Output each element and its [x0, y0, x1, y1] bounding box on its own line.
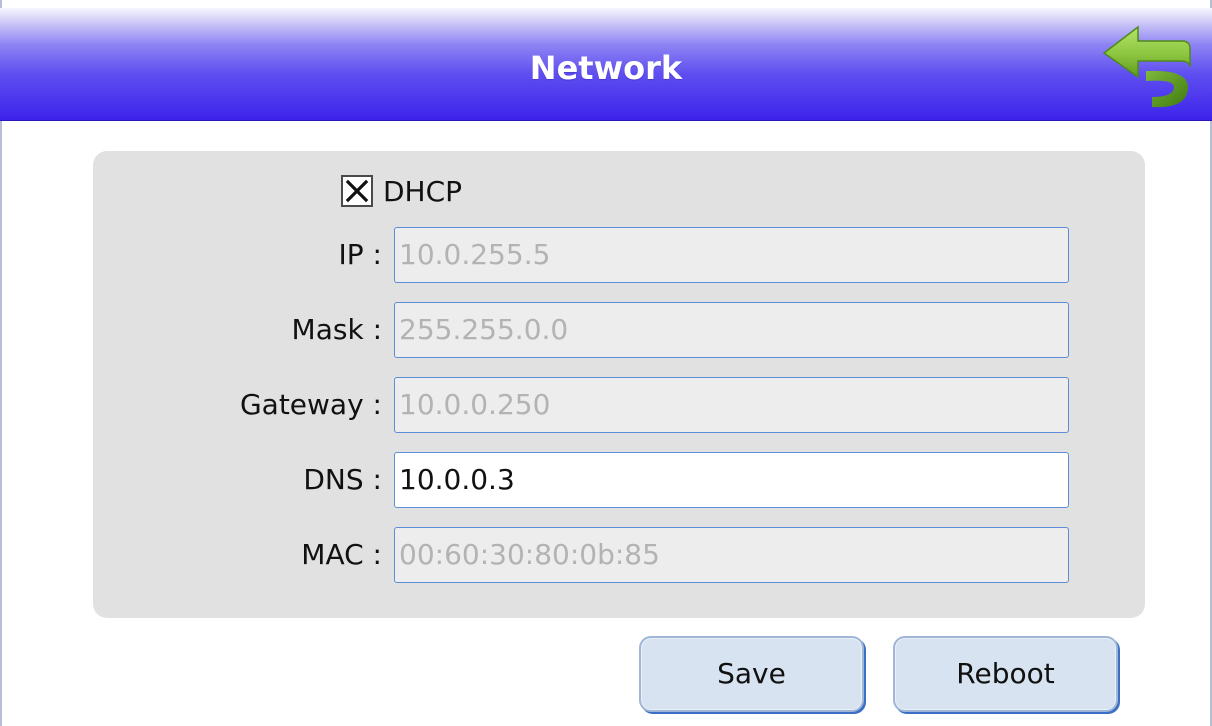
- window-title: Network: [529, 49, 683, 87]
- mac-field[interactable]: 00:60:30:80:0b:85: [394, 527, 1069, 583]
- title-bar: Network: [0, 8, 1212, 121]
- x-check-icon: [345, 179, 369, 203]
- ip-label: IP :: [338, 238, 382, 271]
- reboot-button[interactable]: Reboot: [893, 636, 1118, 712]
- mask-field[interactable]: 255.255.0.0: [394, 302, 1069, 358]
- gateway-label: Gateway :: [239, 388, 382, 421]
- ip-field[interactable]: 10.0.255.5: [394, 227, 1069, 283]
- mac-label: MAC :: [301, 538, 382, 571]
- dns-field[interactable]: 10.0.0.3: [394, 452, 1069, 508]
- dhcp-label: DHCP: [383, 174, 463, 208]
- dhcp-option[interactable]: DHCP: [341, 171, 462, 211]
- mask-label: Mask :: [291, 313, 382, 346]
- dns-label: DNS :: [303, 463, 382, 496]
- dhcp-checkbox[interactable]: [341, 175, 373, 207]
- gateway-field[interactable]: 10.0.0.250: [394, 377, 1069, 433]
- back-arrow-icon[interactable]: [1100, 25, 1195, 113]
- save-button[interactable]: Save: [639, 636, 864, 712]
